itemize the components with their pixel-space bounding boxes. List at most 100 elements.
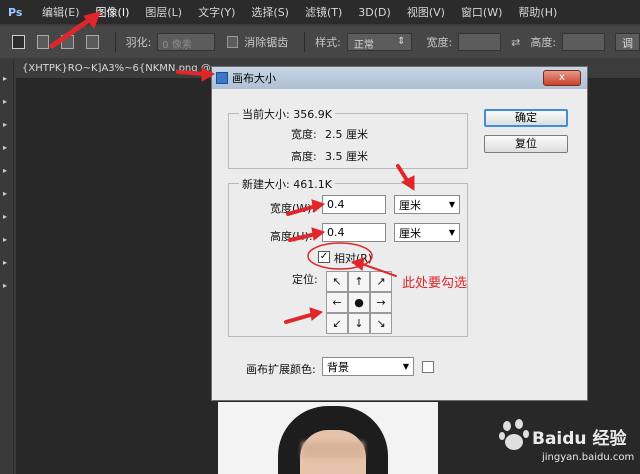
height-unit-select[interactable]: 厘米 ▼ — [394, 223, 460, 242]
baidu-watermark: Baidu 经验 jingyan.baidu.com — [498, 408, 638, 472]
app-logo: Ps — [8, 5, 23, 19]
width-unit-value: 厘米 — [399, 198, 421, 212]
anchor-left[interactable]: ← — [326, 292, 348, 313]
watermark-brand: Baidu 经验 — [532, 429, 627, 449]
tool-icon[interactable]: ▸ — [3, 143, 13, 152]
antialias-label: 消除锯齿 — [244, 36, 289, 49]
height-input[interactable] — [562, 33, 605, 51]
photo-blur — [302, 442, 364, 458]
current-height-value: 3.5 厘米 — [325, 150, 368, 163]
relative-label: 相对(R) — [334, 252, 373, 265]
menu-window[interactable]: 窗口(W) — [453, 4, 510, 20]
current-size-title: 当前大小: 356.9K — [239, 106, 335, 122]
dialog-titlebar[interactable]: 画布大小 x — [212, 67, 587, 89]
chevron-down-icon: ⇕ — [397, 36, 406, 47]
divider — [114, 32, 116, 52]
feather-label: 羽化: — [125, 36, 152, 49]
height-label: 高度: — [530, 36, 557, 49]
divider — [304, 32, 306, 52]
chevron-down-icon: ▼ — [402, 362, 409, 371]
tool-icon[interactable]: ▸ — [3, 281, 13, 290]
menu-layer[interactable]: 图层(L) — [137, 4, 190, 20]
anchor-top-right[interactable]: ↗ — [370, 271, 392, 292]
anchor-bottom-left[interactable]: ↙ — [326, 313, 348, 334]
menu-bar: Ps 编辑(E) 图像(I) 图层(L) 文字(Y) 选择(S) 滤镜(T) 3… — [0, 0, 640, 24]
width-label: 宽度: — [426, 36, 453, 49]
height-unit-value: 厘米 — [399, 226, 421, 240]
refine-edge-button[interactable]: 调 — [614, 33, 640, 51]
tool-icon[interactable]: ▸ — [3, 258, 13, 267]
watermark-url: jingyan.baidu.com — [542, 452, 635, 463]
current-size-group: 当前大小: 356.9K 宽度: 2.5 厘米 高度: 3.5 厘米 — [228, 106, 468, 169]
tool-strip: ▸ ▸ ▸ ▸ ▸ ▸ ▸ ▸ ▸ ▸ — [0, 60, 14, 474]
paw-toe — [503, 421, 511, 431]
current-width-label: 宽度: — [291, 128, 317, 141]
swap-icon[interactable]: ⇄ — [511, 36, 520, 49]
menu-select[interactable]: 选择(S) — [243, 4, 297, 20]
new-width-input[interactable]: 0.4 — [322, 195, 386, 214]
new-width-label: 宽度(W): — [270, 202, 316, 215]
extension-color-value: 背景 — [327, 360, 349, 374]
paw-icon — [499, 419, 529, 450]
anchor-right[interactable]: → — [370, 292, 392, 313]
anchor-top[interactable]: ↑ — [348, 271, 370, 292]
menu-type[interactable]: 文字(Y) — [190, 4, 243, 20]
current-height-label: 高度: — [291, 150, 317, 163]
tool-icon[interactable]: ▸ — [3, 212, 13, 221]
relative-checkbox[interactable]: ✓ — [318, 251, 330, 263]
photo-image — [218, 402, 438, 474]
new-selection-icon[interactable] — [12, 35, 25, 49]
menu-filter[interactable]: 滤镜(T) — [297, 4, 350, 20]
extension-color-swatch[interactable] — [422, 361, 434, 373]
tool-icon[interactable]: ▸ — [3, 120, 13, 129]
extension-color-label: 画布扩展颜色: — [246, 363, 316, 376]
intersect-selection-icon[interactable] — [86, 35, 99, 49]
chevron-down-icon: ▼ — [448, 228, 455, 237]
style-label: 样式: — [315, 36, 341, 49]
menu-3d[interactable]: 3D(D) — [350, 6, 399, 19]
paw-toe — [523, 430, 529, 438]
add-selection-icon[interactable] — [36, 35, 50, 49]
document-tab[interactable]: {XHTPK}RO~K]A3%~6{NKMN.png @ — [16, 60, 226, 78]
anchor-top-left[interactable]: ↖ — [326, 271, 348, 292]
paw-pad — [505, 434, 523, 450]
ps-app-icon — [216, 72, 228, 84]
menu-image[interactable]: 图像(I) — [88, 4, 138, 20]
anchor-bottom[interactable]: ↓ — [348, 313, 370, 334]
anchor-label: 定位: — [292, 273, 318, 286]
style-select[interactable]: 正常 ⇕ — [346, 33, 413, 51]
canvas-size-dialog: 画布大小 x 确定 复位 当前大小: 356.9K 宽度: 2.5 厘米 高度:… — [211, 66, 588, 401]
close-button[interactable]: x — [543, 70, 581, 86]
tool-icon[interactable]: ▸ — [3, 235, 13, 244]
new-size-title: 新建大小: 461.1K — [239, 176, 335, 192]
reset-button[interactable]: 复位 — [484, 135, 568, 153]
paw-toe — [515, 419, 523, 429]
ok-button[interactable]: 确定 — [484, 109, 568, 127]
anchor-center[interactable]: ● — [348, 292, 370, 313]
antialias-checkbox[interactable] — [227, 36, 239, 48]
annotation-note: 此处要勾选 — [402, 276, 468, 291]
menu-view[interactable]: 视图(V) — [399, 4, 453, 20]
menu-help[interactable]: 帮助(H) — [510, 4, 565, 20]
chevron-down-icon: ▼ — [448, 200, 455, 209]
new-height-input[interactable]: 0.4 — [322, 223, 386, 242]
subtract-selection-icon[interactable] — [61, 35, 75, 49]
dialog-title: 画布大小 — [232, 72, 276, 85]
menu-edit[interactable]: 编辑(E) — [34, 4, 88, 20]
width-input[interactable] — [458, 33, 502, 51]
current-width-value: 2.5 厘米 — [325, 128, 368, 141]
feather-input[interactable]: 0 像素 — [157, 33, 216, 51]
tool-icon[interactable]: ▸ — [3, 97, 13, 106]
anchor-bottom-right[interactable]: ↘ — [370, 313, 392, 334]
width-unit-select[interactable]: 厘米 ▼ — [394, 195, 460, 214]
tool-icon[interactable]: ▸ — [3, 189, 13, 198]
tool-icon[interactable]: ▸ — [3, 166, 13, 175]
photoshop-window: Ps 编辑(E) 图像(I) 图层(L) 文字(Y) 选择(S) 滤镜(T) 3… — [0, 0, 640, 474]
style-value: 正常 — [353, 40, 374, 51]
anchor-grid: ↖ ↑ ↗ ← ● → ↙ ↓ ↘ — [326, 271, 392, 335]
extension-color-select[interactable]: 背景 ▼ — [322, 357, 414, 376]
options-bar: 羽化: 0 像素 消除锯齿 样式: 正常 ⇕ 宽度: ⇄ 高度: 调 — [0, 26, 640, 58]
new-height-label: 高度(H): — [270, 230, 313, 243]
paw-toe — [499, 432, 505, 440]
tool-icon[interactable]: ▸ — [3, 74, 13, 83]
